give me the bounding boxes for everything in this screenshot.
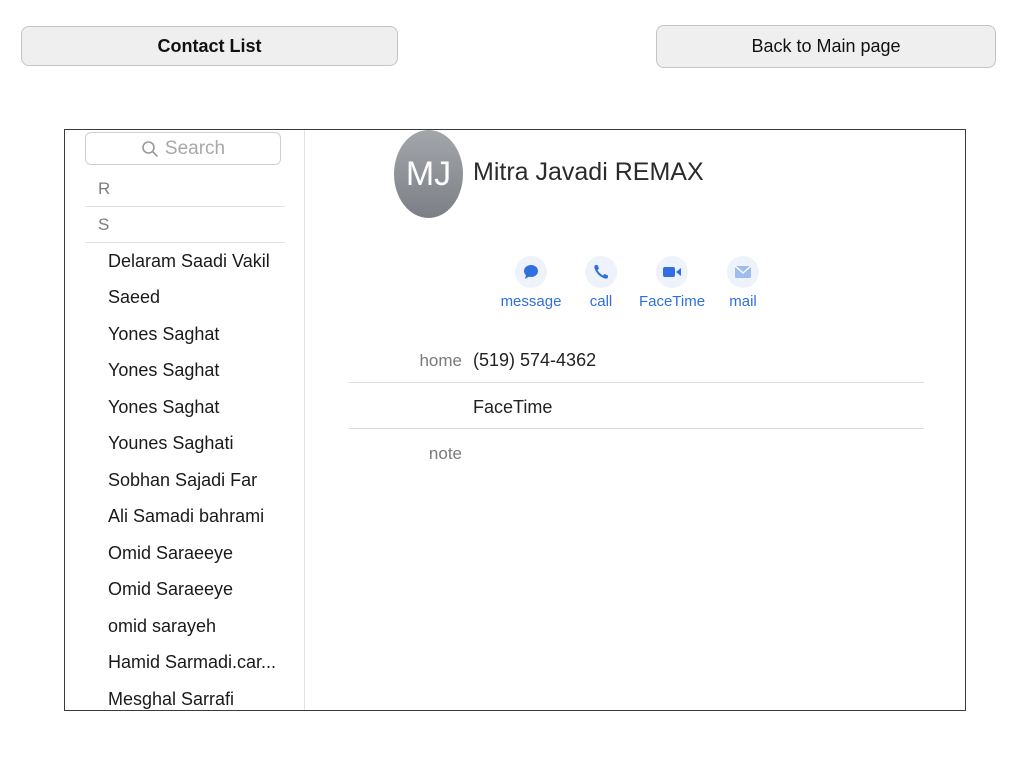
call-button[interactable]: call <box>566 256 636 310</box>
divider <box>349 428 924 429</box>
list-item[interactable]: Sobhan Sajadi Far <box>65 462 305 499</box>
mail-label: mail <box>729 293 757 310</box>
call-label: call <box>589 293 613 310</box>
phone-value[interactable]: (519) 574-4362 <box>473 350 596 371</box>
list-item[interactable]: Hamid Sarmadi.car... <box>65 645 305 682</box>
avatar-initials: MJ <box>405 154 452 193</box>
message-label: message <box>500 293 562 310</box>
list-item[interactable]: Mesghal Sarrafi <box>65 681 305 710</box>
search-icon <box>142 140 158 157</box>
search-placeholder: Search <box>164 137 226 159</box>
list-item[interactable]: Omid Saraeeye <box>65 535 305 572</box>
note-label: note <box>428 444 462 463</box>
message-icon <box>515 256 547 288</box>
list-item[interactable]: Younes Saghati <box>65 426 305 463</box>
divider <box>349 382 924 383</box>
list-item[interactable]: Ali Samadi bahrami <box>65 499 305 536</box>
facetime-button[interactable]: FaceTime <box>637 256 707 310</box>
phone-label: home <box>419 351 462 370</box>
contacts-app-screenshot: Search R S Delaram Saadi Vakil Saeed Yon… <box>64 129 966 711</box>
contact-list-button[interactable]: Contact List <box>21 26 398 66</box>
mail-icon <box>727 256 759 288</box>
list-item[interactable]: Delaram Saadi Vakil <box>65 243 305 280</box>
list-item[interactable]: Yones Saghat <box>65 316 305 353</box>
list-item[interactable]: Yones Saghat <box>65 353 305 390</box>
section-header-r: R <box>85 171 285 207</box>
list-item[interactable]: Omid Saraeeye <box>65 572 305 609</box>
avatar: MJ <box>394 130 463 218</box>
search-input[interactable]: Search <box>85 132 281 165</box>
list-item[interactable]: omid sarayeh <box>65 608 305 645</box>
contacts-sidebar: Search R S Delaram Saadi Vakil Saeed Yon… <box>65 130 305 710</box>
contact-name: Mitra Javadi REMAX <box>473 158 704 186</box>
back-to-main-button[interactable]: Back to Main page <box>656 25 996 68</box>
list-item[interactable]: Saeed <box>65 280 305 317</box>
contact-list: Delaram Saadi Vakil Saeed Yones Saghat Y… <box>65 243 305 710</box>
phone-icon <box>585 256 617 288</box>
list-item[interactable]: Yones Saghat <box>65 389 305 426</box>
mail-button[interactable]: mail <box>708 256 778 310</box>
video-camera-icon <box>656 256 688 288</box>
section-header-s: S <box>85 207 285 243</box>
facetime-label: FaceTime <box>638 293 706 310</box>
facetime-value[interactable]: FaceTime <box>473 397 552 418</box>
message-button[interactable]: message <box>496 256 566 310</box>
